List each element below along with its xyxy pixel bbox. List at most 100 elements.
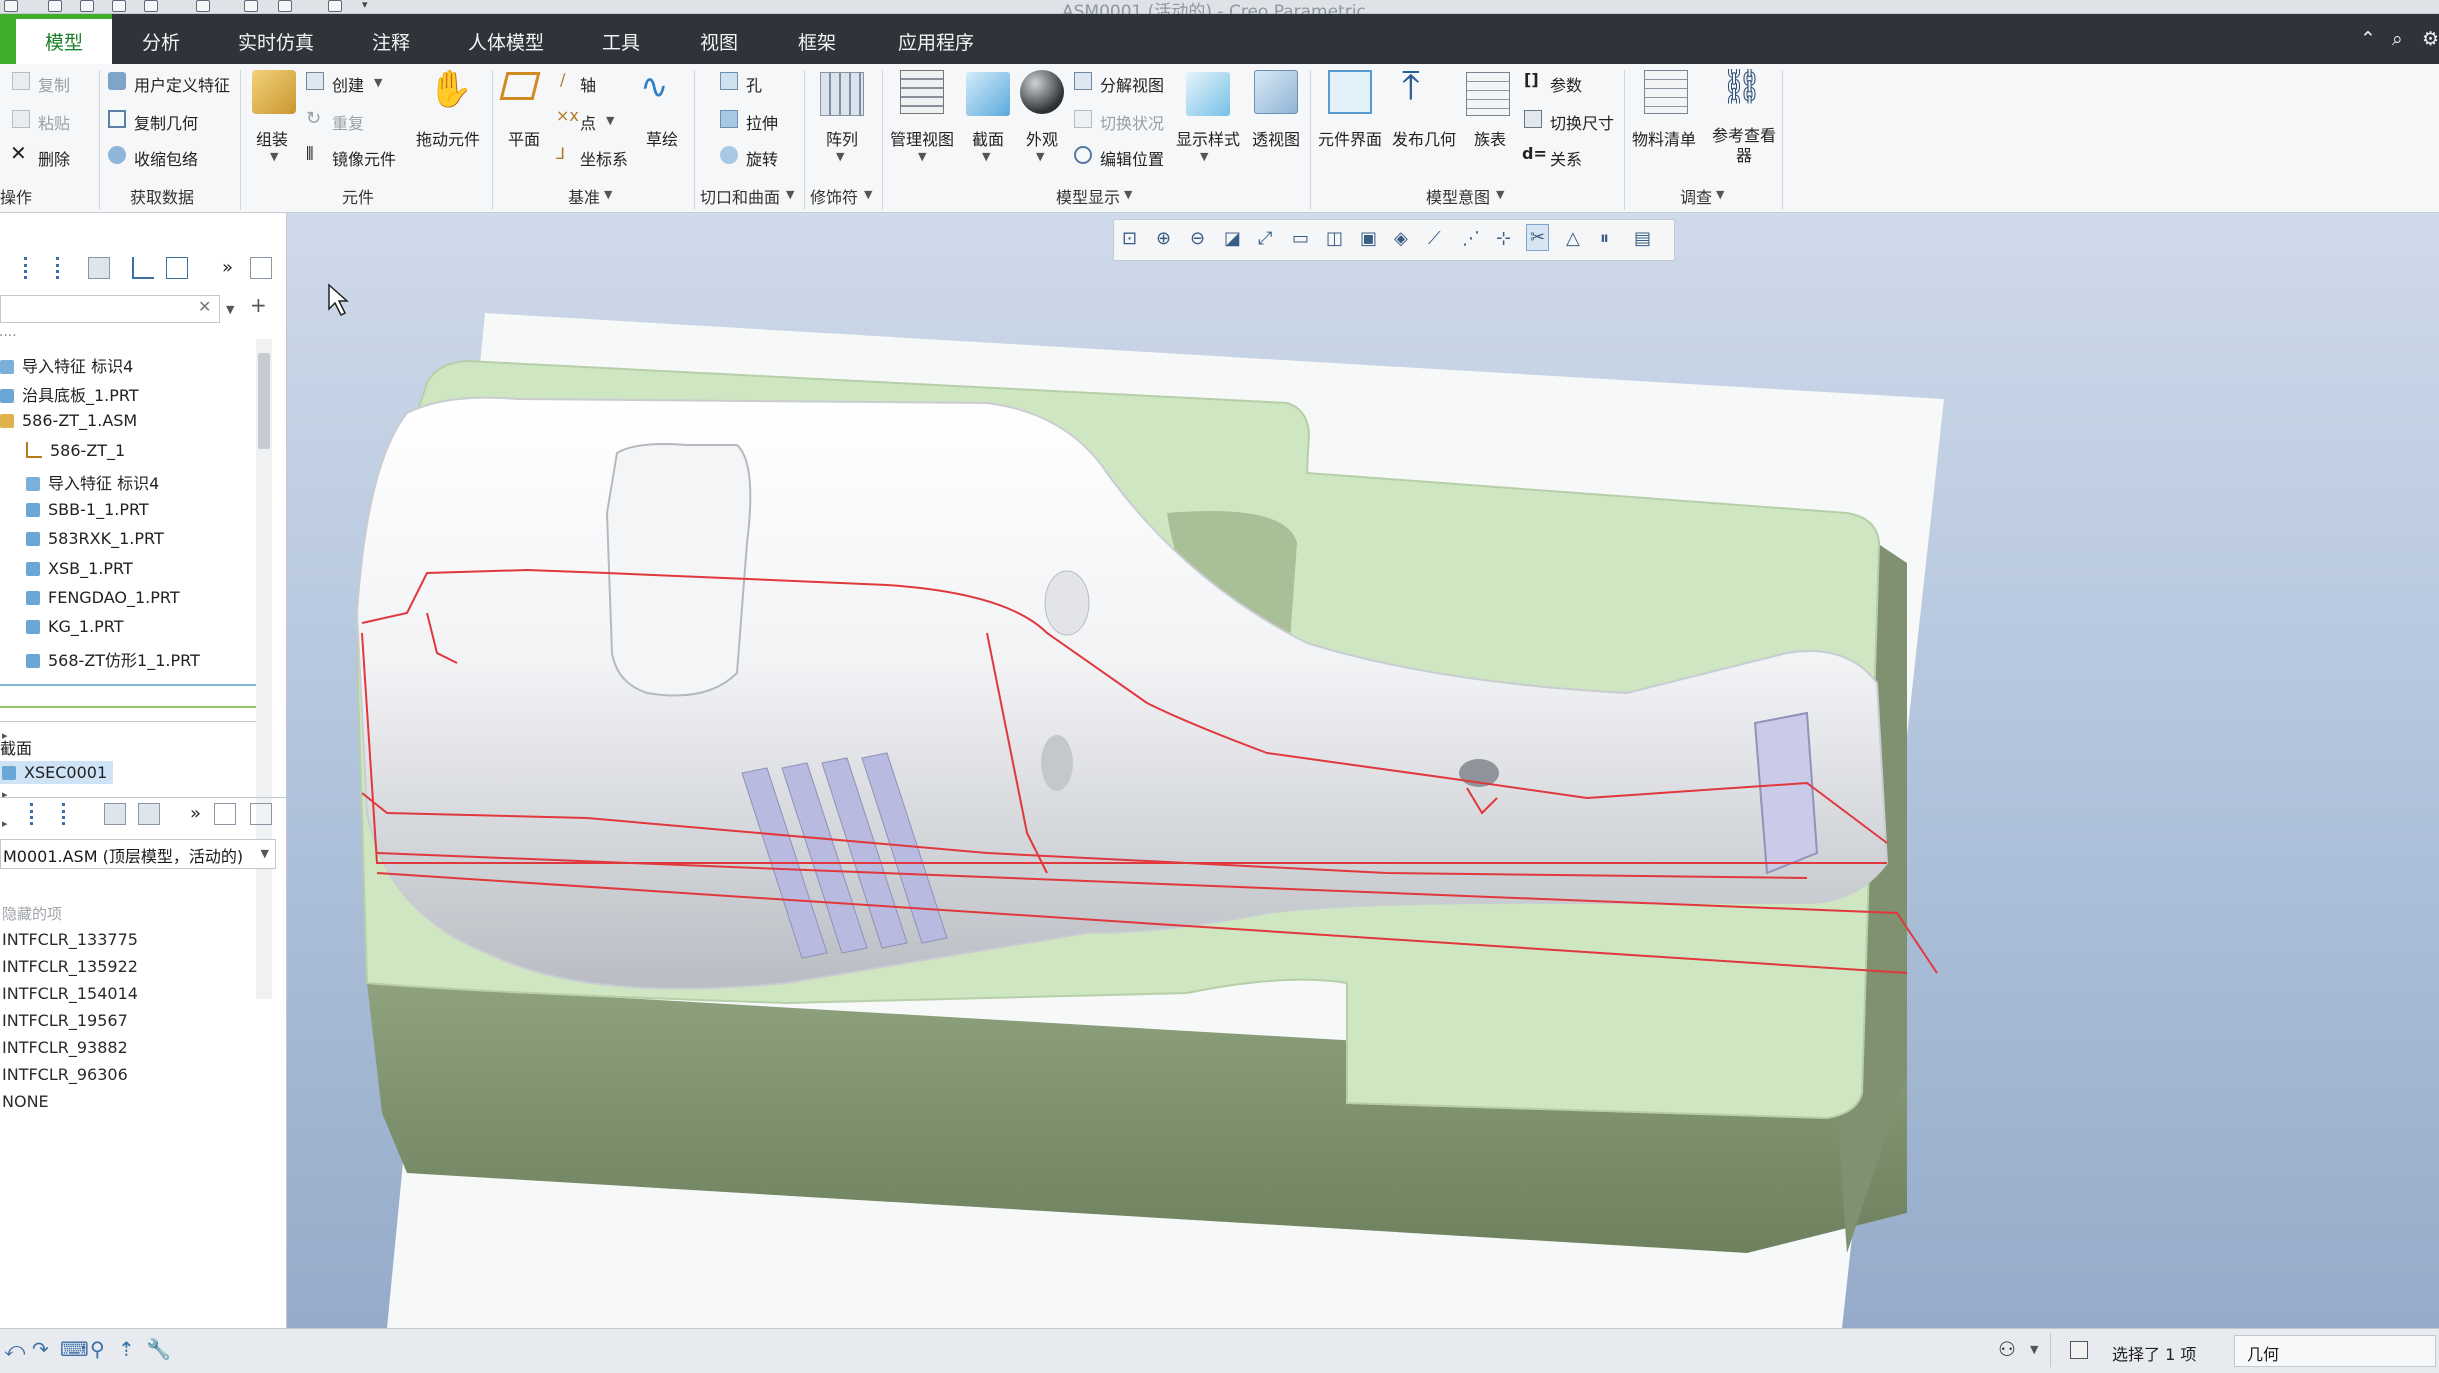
reference-viewer-button[interactable]: 参考查看器 <box>1706 126 1782 166</box>
selection-buffer-icon[interactable] <box>2070 1341 2088 1359</box>
component-interface-button[interactable]: 元件界面 <box>1318 126 1382 150</box>
relations-button[interactable]: 关系 <box>1550 146 1582 170</box>
exploded-view-button[interactable]: 分解视图 <box>1100 72 1164 96</box>
cut-surface-group-label[interactable]: 切口和曲面 <box>700 184 780 208</box>
tree-filter-icon[interactable] <box>132 257 154 279</box>
tree-row[interactable]: KG_1.PRT <box>26 617 124 636</box>
customize-toolbar-icon[interactable]: ▾ <box>362 0 376 12</box>
sketch-button[interactable]: 草绘 <box>646 126 678 150</box>
paste-icon[interactable] <box>12 110 30 128</box>
create-dropdown-icon[interactable]: ▼ <box>374 76 382 89</box>
edit-position-icon[interactable] <box>1074 146 1092 164</box>
family-table-icon[interactable] <box>1466 72 1510 116</box>
regenerate-icon[interactable] <box>244 0 258 12</box>
appearance-dropdown-icon[interactable]: ▼ <box>1036 150 1044 163</box>
file-menu-button[interactable] <box>0 14 16 64</box>
exploded-view-icon[interactable] <box>1074 72 1092 90</box>
switch-dimensions-button[interactable]: 切换尺寸 <box>1550 110 1614 134</box>
create-component-button[interactable]: 创建 <box>332 72 364 96</box>
find-icon[interactable]: ⚇ <box>1998 1337 2016 1361</box>
section-button[interactable]: 截面 <box>972 126 1004 150</box>
windows-icon[interactable] <box>278 0 292 12</box>
display-style-button[interactable]: 显示样式 <box>1176 126 1240 150</box>
section-icon[interactable] <box>966 72 1010 116</box>
wrench-icon[interactable]: 🔧 <box>146 1337 171 1361</box>
investigate-dropdown-icon[interactable]: ▼ <box>1716 188 1724 201</box>
copy-geometry-icon[interactable] <box>108 110 126 128</box>
appearance-icon[interactable] <box>1020 70 1064 114</box>
tree-row[interactable]: XSB_1.PRT <box>26 559 133 578</box>
mirror-icon[interactable]: ⫴ <box>306 144 314 165</box>
selection-filter-select[interactable]: 几何 <box>2234 1335 2436 1367</box>
motor-housing[interactable] <box>605 443 752 697</box>
tree-row[interactable]: 568-ZT仿形1_1.PRT <box>26 647 200 671</box>
active-model-select[interactable]: M0001.ASM (顶层模型，活动的) ▼ <box>0 839 276 869</box>
udf-icon[interactable] <box>108 72 126 90</box>
section-view-icon[interactable]: ⟋ <box>1428 228 1441 249</box>
datum-display-icon[interactable]: ⋰ <box>1462 228 1480 249</box>
layer-item[interactable]: INTFCLR_135922 <box>2 957 138 976</box>
clear-search-icon[interactable]: ✕ <box>198 297 211 316</box>
delete-button[interactable]: 删除 <box>38 146 70 170</box>
tab-model[interactable]: 模型 <box>16 14 112 64</box>
tree-row[interactable]: FENGDAO_1.PRT <box>26 588 180 607</box>
layer-settings-icon[interactable] <box>250 803 272 825</box>
perspective-icon[interactable]: ◈ <box>1394 228 1408 249</box>
tree-row[interactable]: 导入特征 标识4 <box>0 353 133 377</box>
switch-dimensions-icon[interactable] <box>1524 110 1542 128</box>
investigate-group-label[interactable]: 调查 <box>1680 184 1712 208</box>
extrude-button[interactable]: 拉伸 <box>746 110 778 134</box>
tree-row[interactable]: 583RXK_1.PRT <box>26 529 164 548</box>
model-tree-icon[interactable] <box>24 257 46 279</box>
manage-views-button[interactable]: 管理视图 <box>890 126 954 150</box>
expand-icon[interactable]: ▸ <box>2 817 8 830</box>
sketch-icon[interactable]: ∿ <box>640 70 669 104</box>
pattern-button[interactable]: 阵列 <box>826 126 858 150</box>
panel-options-icon[interactable] <box>250 257 272 279</box>
mirror-component-button[interactable]: 镜像元件 <box>332 146 396 170</box>
copy-geometry-button[interactable]: 复制几何 <box>134 110 198 134</box>
cut-surface-dropdown-icon[interactable]: ▼ <box>786 188 794 201</box>
perspective-view-button[interactable]: 透视图 <box>1252 126 1300 150</box>
section-dropdown-icon[interactable]: ▼ <box>982 150 990 163</box>
display-style-icon[interactable] <box>1186 72 1230 116</box>
repeat-icon[interactable]: ↻ <box>306 108 321 129</box>
revolve-button[interactable]: 旋转 <box>746 146 778 170</box>
tree-settings-icon[interactable] <box>166 257 188 279</box>
display-style-icon[interactable]: ▣ <box>1360 228 1377 249</box>
publish-geometry-icon[interactable]: ⤒ <box>1402 66 1420 106</box>
model-display-group-label[interactable]: 模型显示 <box>1056 184 1120 208</box>
layer-list-icon[interactable] <box>30 803 52 825</box>
datum-point-button[interactable]: 点 <box>580 110 596 134</box>
message-log-icon[interactable]: ⌨ <box>60 1337 89 1361</box>
layers-icon[interactable]: ▤ <box>1634 228 1651 249</box>
layer-tree-icon[interactable] <box>88 257 110 279</box>
view-manager-icon[interactable]: ◫ <box>1326 228 1343 249</box>
pattern-icon[interactable] <box>820 72 864 116</box>
create-component-icon[interactable] <box>306 72 324 90</box>
drag-component-button[interactable]: 拖动元件 <box>416 126 480 150</box>
layer-item[interactable]: INTFCLR_133775 <box>2 930 138 949</box>
repaint-icon[interactable]: ◪ <box>1224 228 1241 249</box>
pattern-dropdown-icon[interactable]: ▼ <box>836 150 844 163</box>
manage-views-dropdown-icon[interactable]: ▼ <box>918 150 926 163</box>
tree-search-input[interactable] <box>0 295 220 323</box>
hole-button[interactable]: 孔 <box>746 72 762 96</box>
layer-show-icon[interactable] <box>104 803 126 825</box>
datum-point-icon[interactable]: ×x <box>556 106 579 125</box>
layer-item[interactable]: INTFCLR_154014 <box>2 984 138 1003</box>
perspective-view-icon[interactable] <box>1254 70 1298 114</box>
pause-icon[interactable]: ⏸ <box>1600 228 1609 249</box>
tab-live-simulation[interactable]: 实时仿真 <box>230 14 322 64</box>
warning-icon[interactable]: △ <box>1566 228 1580 249</box>
close-window-icon[interactable] <box>328 0 342 12</box>
detailed-tree-icon[interactable] <box>56 257 78 279</box>
search-dropdown-icon[interactable]: ▼ <box>226 303 234 316</box>
coordinate-system-button[interactable]: 坐标系 <box>580 146 628 170</box>
undo-icon[interactable] <box>144 0 158 12</box>
redo-icon[interactable] <box>196 0 210 12</box>
add-filter-icon[interactable]: + <box>250 293 267 317</box>
tab-view[interactable]: 视图 <box>688 14 750 64</box>
open-file-icon[interactable] <box>80 0 94 12</box>
shrinkwrap-button[interactable]: 收缩包络 <box>134 146 198 170</box>
